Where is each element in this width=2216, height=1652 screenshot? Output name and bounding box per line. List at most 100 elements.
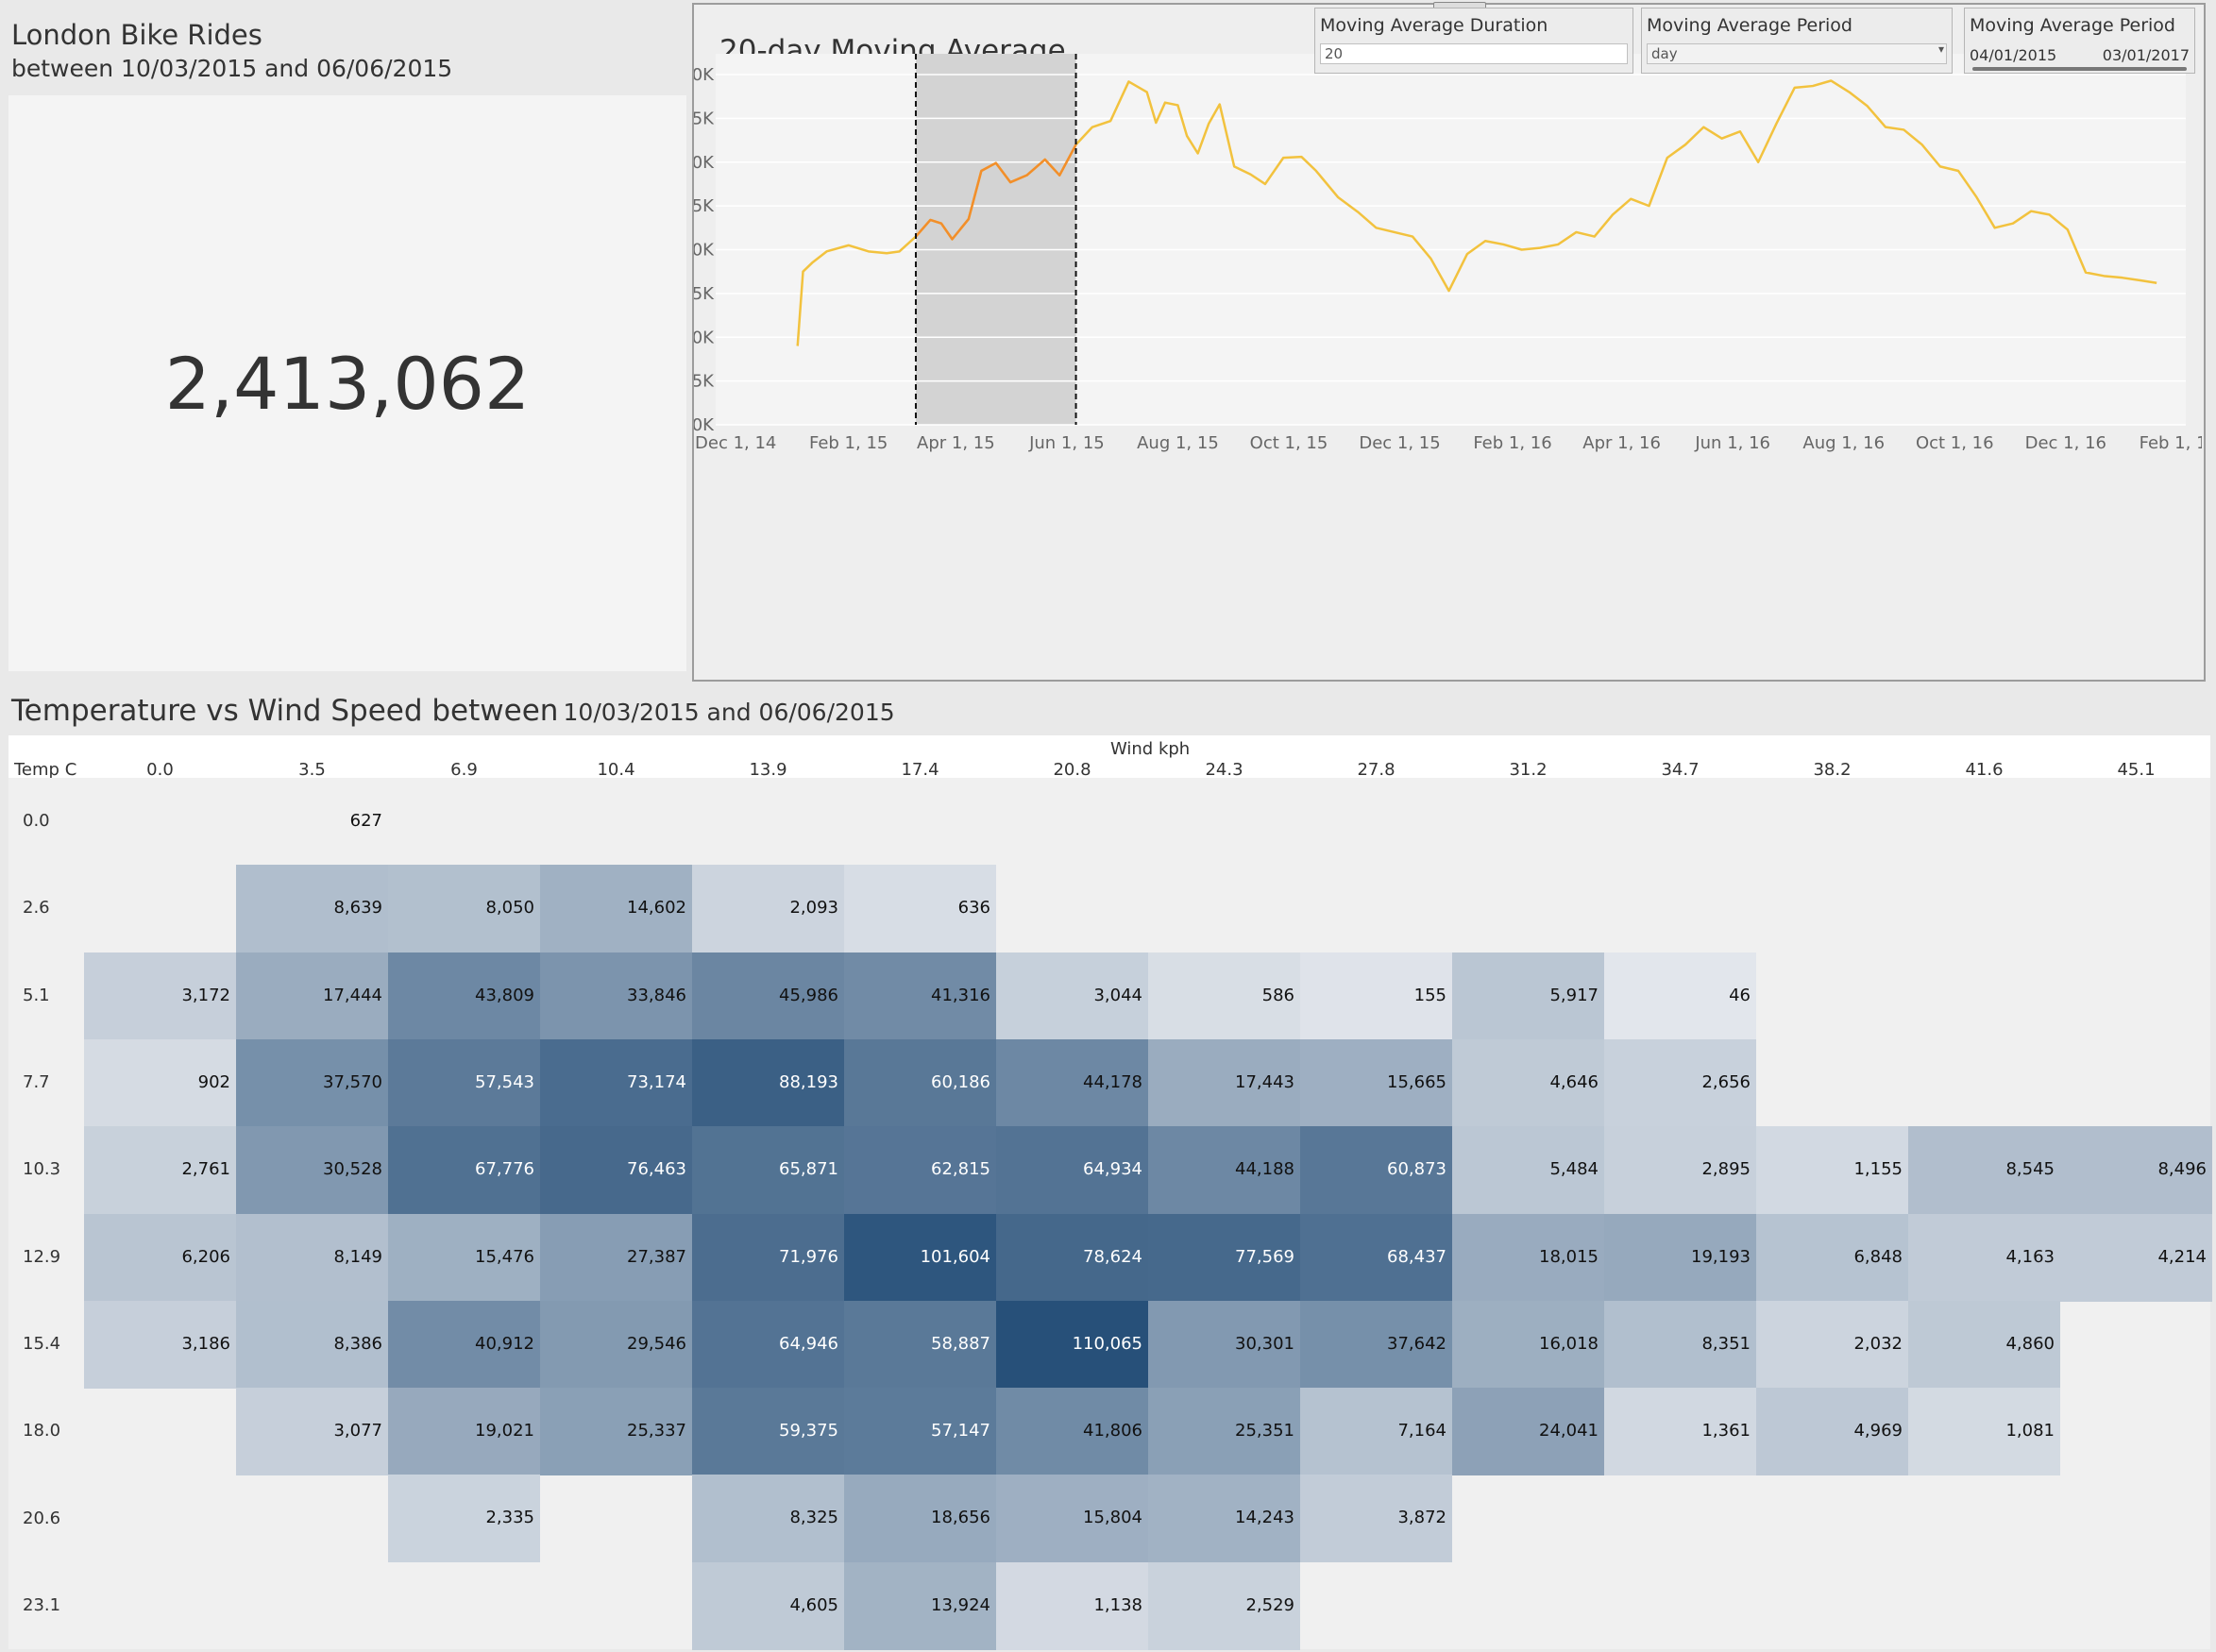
- heatmap-cell[interactable]: 2,093: [692, 865, 844, 953]
- heatmap-cell[interactable]: 3,172: [84, 952, 236, 1040]
- heatmap-cell[interactable]: 4,605: [692, 1561, 844, 1650]
- heatmap-cell[interactable]: 29,546: [540, 1300, 692, 1389]
- heatmap-cell[interactable]: 76,463: [540, 1126, 692, 1215]
- heatmap-cell[interactable]: 1,138: [996, 1561, 1148, 1650]
- heatmap-cell[interactable]: 78,624: [996, 1213, 1148, 1302]
- heatmap-cell[interactable]: 6,848: [1756, 1213, 1908, 1302]
- heatmap-cell[interactable]: 16,018: [1452, 1300, 1604, 1389]
- heatmap-cell[interactable]: 37,570: [236, 1038, 388, 1127]
- heatmap-cell[interactable]: 17,444: [236, 952, 388, 1040]
- heatmap-cell[interactable]: 6,206: [84, 1213, 236, 1302]
- heatmap-cell[interactable]: 1,361: [1604, 1388, 1756, 1476]
- heatmap-cell[interactable]: 62,815: [844, 1126, 996, 1215]
- heatmap-cell[interactable]: 3,186: [84, 1300, 236, 1389]
- heatmap-cell[interactable]: 45,986: [692, 952, 844, 1040]
- heatmap-cell[interactable]: 64,934: [996, 1126, 1148, 1215]
- heatmap-cell[interactable]: 2,529: [1148, 1561, 1300, 1650]
- heatmap-cell[interactable]: 627: [236, 778, 388, 866]
- heatmap-cell[interactable]: 44,178: [996, 1038, 1148, 1127]
- heatmap-cell[interactable]: 15,804: [996, 1475, 1148, 1563]
- heatmap-cell[interactable]: 18,656: [844, 1475, 996, 1563]
- heatmap-cell[interactable]: 155: [1300, 952, 1452, 1040]
- heatmap-cell[interactable]: 30,301: [1148, 1300, 1300, 1389]
- heatmap-cell[interactable]: 59,375: [692, 1388, 844, 1476]
- range-slider[interactable]: [1972, 67, 2187, 71]
- heatmap-cell[interactable]: 8,149: [236, 1213, 388, 1302]
- heatmap-cell[interactable]: 4,214: [2060, 1213, 2212, 1302]
- heatmap-cell[interactable]: 8,386: [236, 1300, 388, 1389]
- wind-column-header: 3.5: [298, 760, 326, 780]
- heatmap-cell[interactable]: 68,437: [1300, 1213, 1452, 1302]
- heatmap-cell[interactable]: 33,846: [540, 952, 692, 1040]
- heatmap-cell[interactable]: 67,776: [388, 1126, 540, 1215]
- heatmap-cell[interactable]: 5,917: [1452, 952, 1604, 1040]
- temp-axis-label: Temp C: [14, 760, 77, 780]
- heatmap-cell[interactable]: 14,602: [540, 865, 692, 953]
- heatmap-cell[interactable]: 4,163: [1908, 1213, 2060, 1302]
- heatmap-cell[interactable]: 13,924: [844, 1561, 996, 1650]
- heatmap-cell[interactable]: 8,050: [388, 865, 540, 953]
- moving-average-chart[interactable]: 0K 5K 10K 15K 20K 25K 30K 35K 40K Dec 1, 14 Feb 1,…: [694, 5, 2202, 676]
- heatmap-cell[interactable]: 101,604: [844, 1213, 996, 1302]
- heatmap-cell[interactable]: 8,639: [236, 865, 388, 953]
- heatmap-cell[interactable]: 30,528: [236, 1126, 388, 1215]
- heatmap-title-dates: 10/03/2015 and 06/06/2015: [563, 699, 895, 726]
- heatmap-cell[interactable]: 2,656: [1604, 1038, 1756, 1127]
- heatmap-cell[interactable]: 8,351: [1604, 1300, 1756, 1389]
- heatmap-cell[interactable]: 65,871: [692, 1126, 844, 1215]
- heatmap-cell[interactable]: 3,077: [236, 1388, 388, 1476]
- heatmap-cell[interactable]: 25,337: [540, 1388, 692, 1476]
- heatmap-cell[interactable]: 71,976: [692, 1213, 844, 1302]
- heatmap-cell[interactable]: 25,351: [1148, 1388, 1300, 1476]
- heatmap-cell[interactable]: 77,569: [1148, 1213, 1300, 1302]
- heatmap-cell[interactable]: 44,188: [1148, 1126, 1300, 1215]
- heatmap-cell[interactable]: 5,484: [1452, 1126, 1604, 1215]
- heatmap-cell[interactable]: 1,081: [1908, 1388, 2060, 1476]
- heatmap-cell[interactable]: 3,044: [996, 952, 1148, 1040]
- chevron-down-icon[interactable]: ▾: [1938, 42, 1944, 56]
- heatmap-cell[interactable]: 57,147: [844, 1388, 996, 1476]
- heatmap-cell[interactable]: 3,872: [1300, 1475, 1452, 1563]
- heatmap-cell[interactable]: 2,895: [1604, 1126, 1756, 1215]
- heatmap-cell[interactable]: 58,887: [844, 1300, 996, 1389]
- heatmap-cell[interactable]: 18,015: [1452, 1213, 1604, 1302]
- heatmap-cell[interactable]: 4,969: [1756, 1388, 1908, 1476]
- heatmap-cell[interactable]: 24,041: [1452, 1388, 1604, 1476]
- heatmap-cell[interactable]: 8,496: [2060, 1126, 2212, 1215]
- heatmap-cell[interactable]: 37,642: [1300, 1300, 1452, 1389]
- heatmap-cell[interactable]: 1,155: [1756, 1126, 1908, 1215]
- heatmap-cell[interactable]: 19,021: [388, 1388, 540, 1476]
- heatmap-cell[interactable]: 40,912: [388, 1300, 540, 1389]
- heatmap-cell[interactable]: 64,946: [692, 1300, 844, 1389]
- heatmap-cell[interactable]: 15,665: [1300, 1038, 1452, 1127]
- heatmap-cell[interactable]: 4,860: [1908, 1300, 2060, 1389]
- heatmap-cell[interactable]: 43,809: [388, 952, 540, 1040]
- heatmap-cell[interactable]: 57,543: [388, 1038, 540, 1127]
- heatmap-cell[interactable]: 46: [1604, 952, 1756, 1040]
- heatmap-cell[interactable]: 4,646: [1452, 1038, 1604, 1127]
- heatmap-cell[interactable]: 7,164: [1300, 1388, 1452, 1476]
- heatmap-cell[interactable]: 60,186: [844, 1038, 996, 1127]
- heatmap-cell[interactable]: 8,325: [692, 1475, 844, 1563]
- heatmap-cell[interactable]: 110,065: [996, 1300, 1148, 1389]
- heatmap-cell[interactable]: 636: [844, 865, 996, 953]
- heatmap-cell[interactable]: 902: [84, 1038, 236, 1127]
- heatmap-cell[interactable]: 2,761: [84, 1126, 236, 1215]
- heatmap-cell[interactable]: 2,032: [1756, 1300, 1908, 1389]
- heatmap-cell[interactable]: 73,174: [540, 1038, 692, 1127]
- duration-input[interactable]: 20: [1320, 43, 1628, 64]
- heatmap-cell[interactable]: 586: [1148, 952, 1300, 1040]
- heatmap-cell[interactable]: 41,806: [996, 1388, 1148, 1476]
- heatmap-cell[interactable]: 27,387: [540, 1213, 692, 1302]
- period-select[interactable]: day: [1647, 43, 1947, 64]
- heatmap-cell[interactable]: 17,443: [1148, 1038, 1300, 1127]
- heatmap-cell[interactable]: 8,545: [1908, 1126, 2060, 1215]
- heatmap-cell[interactable]: 14,243: [1148, 1475, 1300, 1563]
- heatmap-cell[interactable]: 2,335: [388, 1475, 540, 1563]
- x-tick-label: Dec 1, 15: [1359, 433, 1440, 453]
- heatmap-cell[interactable]: 60,873: [1300, 1126, 1452, 1215]
- heatmap-cell[interactable]: 41,316: [844, 952, 996, 1040]
- heatmap-cell[interactable]: 19,193: [1604, 1213, 1756, 1302]
- heatmap-cell[interactable]: 88,193: [692, 1038, 844, 1127]
- heatmap-cell[interactable]: 15,476: [388, 1213, 540, 1302]
